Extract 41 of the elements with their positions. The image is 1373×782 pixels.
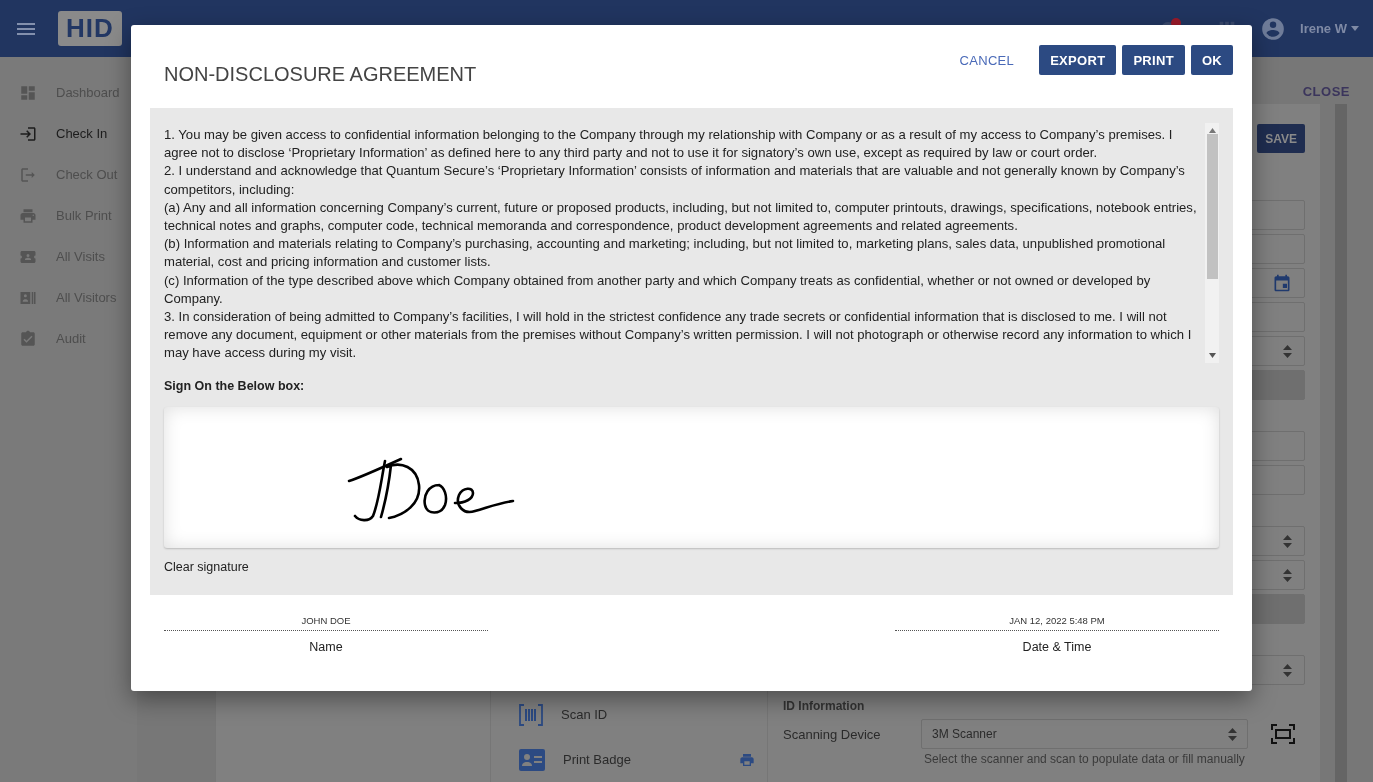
sign-prompt: Sign On the Below box: <box>164 379 306 393</box>
select-field[interactable]: 3M Scanner <box>921 719 1248 749</box>
logout-icon <box>19 165 37 184</box>
clear-signature-link[interactable]: Clear signature <box>164 560 1219 574</box>
action-item[interactable]: Scan ID <box>519 692 755 737</box>
cancel-link[interactable]: CANCEL <box>948 45 1026 75</box>
scroll-down-icon[interactable] <box>1208 353 1216 358</box>
signer-name: JOHN DOE <box>301 615 351 628</box>
agreement-text: 1. You may be given access to confidential information belonging to the Company through my relationship with Company or as a result of my access to Company’s premises. I agree not to disclose ‘Proprietary Information’ as defined here to any third party and not to use it for signatory’s own use, except as required by law or court order. 2. I understand and acknowledge that Quantum Secure’s ‘Proprietary Information’ consists of information and materials that are valuable and not generally known by Company’s competitors, including: (a) Any and all information concerning Company’s current, future or proposed products, including, but not limited to, computer printouts, drawings, specifications, notebook entries, technical notes and graphs, computer code, technical memoranda and correspondence, product development agreements and related agreements. (b) Information and materials relating to Company’s purchasing, accounting and marketing; including, but not limited to, marketing plans, sales data, unpublished promotional material, cost and pricing information and customer lists. (c) Information of the type described above which Company obtained from another party and which Company treats as confidential, whether or not owned or developed by Company. 3. In consideration of being admitted to Company’s facilities, I will hold in the strictest confidence any trade secrets or confidential information that is disclosed to me. I will not remove any document, equipment or other materials from the premises without Company’s written permission. I will not photograph or otherwise record any information to which I may have access during my visit. <box>164 126 1198 363</box>
caret-icon <box>1351 26 1359 31</box>
account-icon[interactable] <box>1260 15 1287 42</box>
calendar-icon[interactable] <box>1272 273 1292 293</box>
signed-datetime: JAN 12, 2022 5:48 PM <box>1009 615 1105 628</box>
barcode-scan-icon <box>519 703 543 726</box>
login-icon <box>19 124 37 143</box>
sort-icon <box>1228 727 1237 741</box>
id-badge-icon <box>519 748 545 771</box>
field-label: Scanning Device <box>783 726 882 742</box>
dialog-button[interactable]: EXPORT <box>1039 45 1117 75</box>
logo: HID <box>58 11 122 46</box>
sidebar-item[interactable]: Check In <box>0 113 137 154</box>
dialog-button[interactable]: OK <box>1190 45 1233 75</box>
action-item[interactable]: Print Badge <box>519 737 755 782</box>
dashboard-icon <box>19 83 37 102</box>
save-button[interactable]: SAVE <box>1257 124 1305 153</box>
scrollbar[interactable] <box>1205 123 1219 363</box>
field-label: Name <box>309 640 343 654</box>
close-link[interactable]: CLOSE <box>1302 84 1350 99</box>
sort-icon <box>1283 568 1292 582</box>
sort-icon <box>1283 534 1292 548</box>
dialog-button[interactable]: PRINT <box>1122 45 1185 75</box>
printer-icon <box>19 206 37 225</box>
clipboard-check-icon <box>19 329 37 348</box>
scanner-icon[interactable] <box>1271 724 1295 744</box>
sort-icon <box>1283 663 1292 677</box>
dialog-title: NON-DISCLOSURE AGREEMENT <box>164 63 477 86</box>
section-heading: ID Information <box>783 699 866 713</box>
sort-icon <box>1283 344 1292 358</box>
helper-text: Select the scanner and scan to populate data or fill manually <box>923 752 1246 766</box>
field-label: Date & Time <box>1022 640 1092 654</box>
user-menu[interactable]: Irene W <box>1300 21 1359 36</box>
